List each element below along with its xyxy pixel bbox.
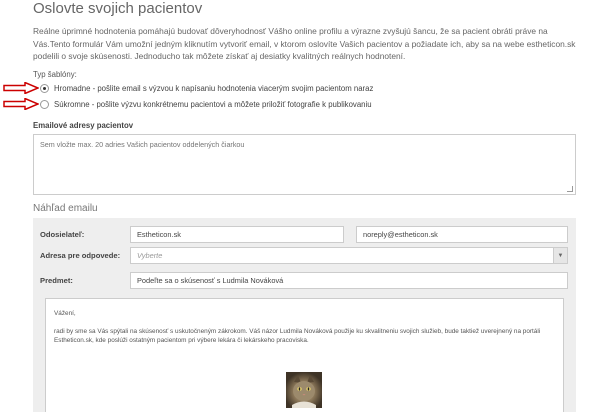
chevron-down-icon[interactable]: ▼ <box>553 248 567 263</box>
template-option-private[interactable]: Súkromne - pošlite výzvu konkrétnemu pac… <box>40 100 372 109</box>
page-title: Oslovte svojich pacientov <box>33 0 203 17</box>
preview-title: Náhľad emailu <box>33 203 98 214</box>
radio-button[interactable] <box>40 84 49 93</box>
resize-handle[interactable] <box>567 186 573 192</box>
emails-textarea-wrapper <box>33 134 576 195</box>
subject-value: Podeľte sa o skúsenosť s Ludmila Novákov… <box>137 276 284 285</box>
radio-button[interactable] <box>40 100 49 109</box>
email-body-text: radi by sme sa Vás spýtali na skúsenosť … <box>54 327 541 345</box>
email-greeting: Vážení, <box>54 310 76 317</box>
subject-field[interactable]: Podeľte sa o skúsenosť s Ludmila Novákov… <box>130 272 568 289</box>
photo-thumbnail <box>286 372 322 408</box>
template-option-label: Súkromne - pošlite výzvu konkrétnemu pac… <box>54 100 372 109</box>
template-type-label: Typ šablóny: <box>33 70 77 79</box>
arrow-icon <box>3 98 39 110</box>
sender-email-value: noreply@estheticon.sk <box>363 230 438 239</box>
sender-label: Odosielateľ: <box>40 230 85 239</box>
reply-address-label: Adresa pre odpovede: <box>40 251 121 260</box>
sender-name-field[interactable]: Estheticon.sk <box>130 226 344 243</box>
reply-address-select[interactable]: Vyberte ▼ <box>130 247 568 264</box>
emails-textarea[interactable] <box>40 140 569 189</box>
sender-name-value: Estheticon.sk <box>137 230 181 239</box>
intro-text: Reálne úprimné hodnotenia pomáhajú budov… <box>33 26 576 62</box>
emails-label: Emailové adresy pacientov <box>33 121 134 130</box>
template-option-bulk[interactable]: Hromadne - pošlite email s výzvou k napí… <box>40 84 373 93</box>
subject-label: Predmet: <box>40 276 73 285</box>
arrow-icon <box>3 82 39 94</box>
template-option-label: Hromadne - pošlite email s výzvou k napí… <box>54 84 374 93</box>
sender-email-field[interactable]: noreply@estheticon.sk <box>356 226 568 243</box>
reply-address-value: Vyberte <box>137 251 163 260</box>
